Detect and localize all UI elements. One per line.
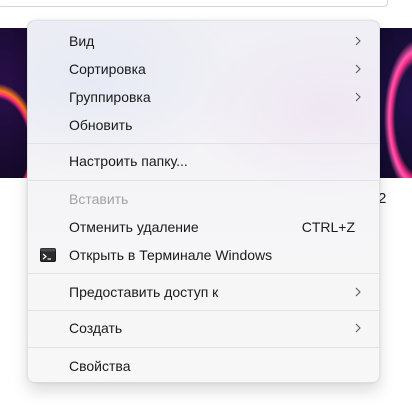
menu-item-undo-delete[interactable]: Отменить удаление CTRL+Z (32, 213, 375, 241)
menu-separator (28, 143, 379, 144)
menu-item-label: Вид (69, 33, 95, 49)
context-menu: Вид Сортировка Группировка Обновить Наст… (27, 20, 380, 383)
explorer-top-bar (0, 0, 412, 9)
chevron-right-icon (355, 64, 361, 74)
chevron-right-icon (355, 287, 361, 297)
chevron-right-icon (355, 323, 361, 333)
chevron-right-icon (355, 36, 361, 46)
menu-item-label: Обновить (69, 117, 133, 133)
menu-separator (28, 273, 379, 274)
menu-item-view[interactable]: Вид (32, 27, 375, 55)
menu-item-label: Вставить (69, 191, 129, 207)
menu-item-label: Свойства (69, 358, 131, 374)
menu-item-open-terminal[interactable]: Открыть в Терминале Windows (32, 241, 375, 269)
menu-item-give-access[interactable]: Предоставить доступ к (32, 278, 375, 306)
menu-item-label: Группировка (69, 89, 151, 105)
menu-item-label: Открыть в Терминале Windows (69, 247, 273, 263)
menu-separator (28, 310, 379, 311)
menu-item-label: Отменить удаление (69, 219, 199, 235)
address-bar[interactable] (0, 0, 388, 7)
menu-item-new[interactable]: Создать (32, 314, 375, 342)
menu-item-label: Предоставить доступ к (69, 284, 219, 300)
menu-item-properties[interactable]: Свойства (32, 352, 375, 380)
menu-separator (28, 347, 379, 348)
menu-item-customize-folder[interactable]: Настроить папку... (32, 147, 375, 175)
menu-item-label: Создать (69, 320, 123, 336)
menu-item-group[interactable]: Группировка (32, 83, 375, 111)
menu-item-label: Сортировка (69, 61, 146, 77)
menu-item-refresh[interactable]: Обновить (32, 111, 375, 139)
chevron-right-icon (355, 92, 361, 102)
menu-item-sort[interactable]: Сортировка (32, 55, 375, 83)
menu-item-shortcut: CTRL+Z (301, 219, 355, 235)
menu-item-label: Настроить папку... (69, 153, 188, 169)
menu-separator (28, 180, 379, 181)
menu-item-paste: Вставить (32, 185, 375, 213)
terminal-icon (40, 248, 56, 262)
